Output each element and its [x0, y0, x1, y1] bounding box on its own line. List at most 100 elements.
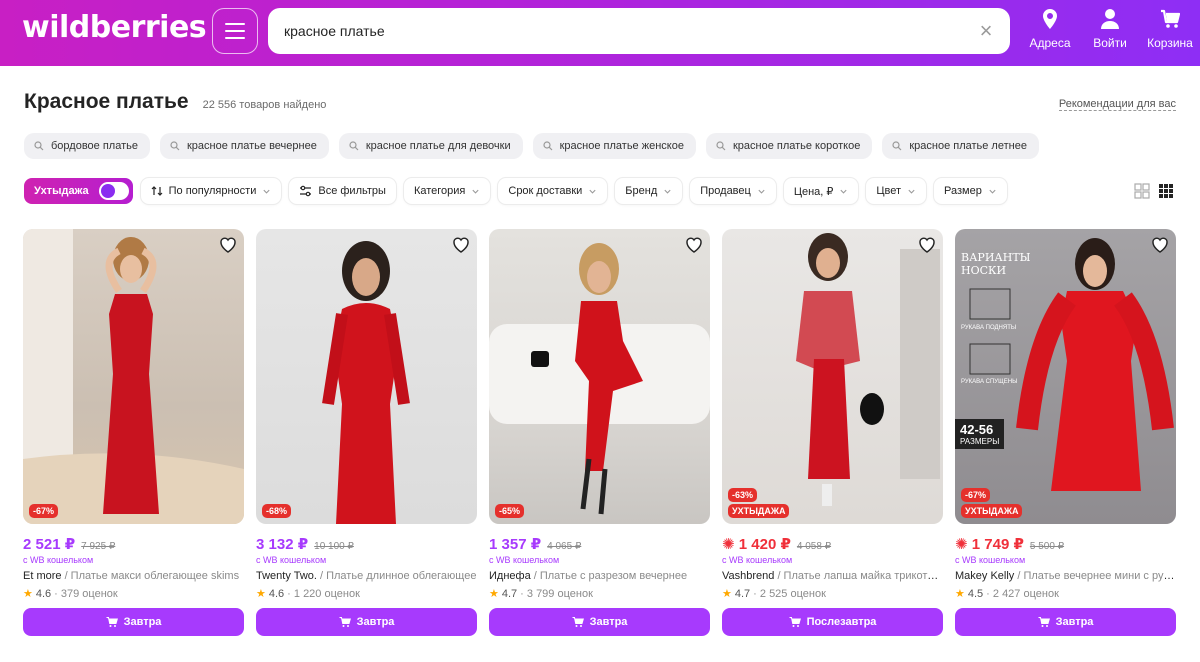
cart-icon — [1038, 617, 1050, 627]
product-name[interactable]: Makey Kelly / Платье вечернее мини с рук… — [955, 570, 1176, 582]
brand: Makey Kelly — [955, 570, 1015, 582]
suggestion-chip[interactable]: красное платье летнее — [882, 133, 1039, 159]
price: ✺ 1 420 ₽ — [722, 535, 791, 553]
product-image[interactable]: -68% — [256, 229, 477, 524]
favorite-heart-icon[interactable] — [218, 235, 238, 255]
product-card[interactable]: -67% 2 521 ₽ 7 925 ₽ с WB кошельком Et m… — [23, 229, 244, 636]
star-icon: ★ — [23, 588, 33, 600]
brand: Et more — [23, 570, 62, 582]
price: 3 132 ₽ — [256, 536, 309, 553]
product-image[interactable]: -65% — [489, 229, 710, 524]
search-input[interactable] — [284, 8, 964, 54]
product-name[interactable]: Иднефа / Платье с разрезом вечернее — [489, 570, 710, 582]
cart-icon — [572, 617, 584, 627]
grid-small-icon[interactable] — [1158, 183, 1174, 199]
rating-value: 4.5 — [967, 587, 984, 600]
uxtydazha-badge: УХТЫДАЖА — [728, 504, 790, 518]
cart-icon — [339, 617, 351, 627]
old-price: 4 065 ₽ — [547, 541, 582, 552]
filter-seller[interactable]: Продавец — [690, 178, 776, 204]
rating: ★ 4.7 · 3 799 оценок — [489, 587, 710, 601]
filter-brand[interactable]: Бренд — [615, 178, 683, 204]
suggestion-chip[interactable]: красное платье вечернее — [159, 133, 329, 159]
title-row: Красное платье 22 556 товаров найдено — [24, 90, 326, 114]
add-to-cart-button[interactable]: Завтра — [256, 608, 477, 636]
all-filters-button[interactable]: Все фильтры — [289, 178, 396, 204]
suggestion-label: красное платье женское — [559, 140, 684, 152]
product-card[interactable]: -68% 3 132 ₽ 10 100 ₽ с WB кошельком Twe… — [256, 229, 477, 636]
price: ✺ 1 749 ₽ — [955, 535, 1024, 553]
suggestion-chip[interactable]: красное платье для девочки — [338, 133, 523, 159]
suggestion-chip[interactable]: красное платье короткое — [705, 133, 873, 159]
add-to-cart-button[interactable]: Послезавтра — [722, 608, 943, 636]
toggle-switch[interactable] — [98, 182, 129, 200]
sizes-label: РАЗМЕРЫ — [960, 437, 1000, 446]
filter-delivery[interactable]: Срок доставки — [498, 178, 608, 204]
star-icon: ★ — [256, 588, 266, 600]
badges: -65% — [495, 504, 525, 518]
suggestion-label: красное платье летнее — [909, 140, 1027, 152]
suggestion-label: красное платье для девочки — [365, 140, 511, 152]
filter-label: Срок доставки — [508, 185, 583, 197]
favorite-heart-icon[interactable] — [917, 235, 937, 255]
addresses-label: Адреса — [1029, 36, 1071, 50]
addresses-button[interactable]: Адреса — [1020, 8, 1080, 50]
product-card[interactable]: ВАРИАНТЫ НОСКИ РУКАВА ПОДНЯТЫ РУКАВА СПУ… — [955, 229, 1176, 636]
product-image[interactable]: -63% УХТЫДАЖА — [722, 229, 943, 524]
product-image[interactable]: -67% — [23, 229, 244, 524]
login-label: Войти — [1093, 36, 1127, 50]
menu-line — [225, 23, 245, 25]
sort-button[interactable]: По популярности — [140, 178, 282, 204]
filter-category[interactable]: Категория — [403, 178, 491, 204]
product-name[interactable]: Twenty Two. / Платье длинное облегающее — [256, 570, 477, 582]
favorite-heart-icon[interactable] — [1150, 235, 1170, 255]
favorite-heart-icon[interactable] — [684, 235, 704, 255]
filter-bar: Ухтыдажа По популярности Все фильтры Кат… — [24, 178, 1007, 204]
rating-value: 4.7 — [734, 587, 751, 600]
menu-button[interactable] — [212, 8, 258, 54]
product-name[interactable]: Et more / Платье макси облегающее skims — [23, 570, 244, 582]
add-to-cart-button[interactable]: Завтра — [955, 608, 1176, 636]
chevron-down-icon — [472, 189, 479, 194]
favorite-heart-icon[interactable] — [451, 235, 471, 255]
product-name[interactable]: Vashbrend / Платье лапша майка трикотажн… — [722, 570, 943, 582]
product-desc: / Платье макси облегающее skims — [61, 570, 240, 582]
location-pin-icon — [1043, 9, 1057, 29]
product-card[interactable]: -65% 1 357 ₽ 4 065 ₽ с WB кошельком Идне… — [489, 229, 710, 636]
cart-button[interactable]: Корзина — [1140, 8, 1200, 50]
logo[interactable]: wildberries — [22, 10, 207, 45]
suggestion-chip[interactable]: бордовое платье — [24, 133, 150, 159]
chevron-down-icon — [664, 189, 671, 194]
rating: ★ 4.6 · 379 оценок — [23, 587, 244, 601]
product-photo — [322, 241, 410, 524]
page-title: Красное платье — [24, 90, 189, 113]
reviews-count: · 2 525 оценок — [753, 587, 826, 600]
clear-search-icon[interactable]: × — [976, 20, 996, 42]
recommendations-link[interactable]: Рекомендации для вас — [1058, 98, 1176, 111]
product-photo — [796, 233, 940, 506]
rating: ★ 4.5 · 2 427 оценок — [955, 587, 1176, 601]
discount-badge: -65% — [495, 504, 525, 518]
discount-badge: -67% — [29, 504, 59, 518]
results-count: 22 556 товаров найдено — [202, 99, 327, 111]
suggestion-label: красное платье вечернее — [186, 140, 317, 152]
filter-size[interactable]: Размер — [934, 178, 1007, 204]
old-price: 7 925 ₽ — [81, 541, 116, 552]
chevron-down-icon — [908, 189, 915, 194]
filter-price[interactable]: Цена, ₽ — [783, 178, 859, 204]
login-button[interactable]: Войти — [1080, 8, 1140, 50]
filter-color[interactable]: Цвет — [866, 178, 927, 204]
suggestion-chip[interactable]: красное платье женское — [532, 133, 696, 159]
menu-line — [225, 37, 245, 39]
product-image[interactable]: ВАРИАНТЫ НОСКИ РУКАВА ПОДНЯТЫ РУКАВА СПУ… — [955, 229, 1176, 524]
price: 2 521 ₽ — [23, 536, 76, 553]
sizes-badge: 42-56 РАЗМЕРЫ — [955, 419, 1005, 449]
uxtydazha-toggle[interactable]: Ухтыдажа — [24, 178, 133, 204]
grid-large-icon[interactable] — [1134, 183, 1150, 199]
product-card[interactable]: -63% УХТЫДАЖА ✺ 1 420 ₽ 4 058 ₽ с WB кош… — [722, 229, 943, 636]
add-to-cart-button[interactable]: Завтра — [489, 608, 710, 636]
filter-label: Бренд — [625, 185, 658, 197]
product-desc: / Платье длинное облегающее — [316, 570, 477, 582]
flash-icon: ✺ — [722, 536, 739, 553]
add-to-cart-button[interactable]: Завтра — [23, 608, 244, 636]
